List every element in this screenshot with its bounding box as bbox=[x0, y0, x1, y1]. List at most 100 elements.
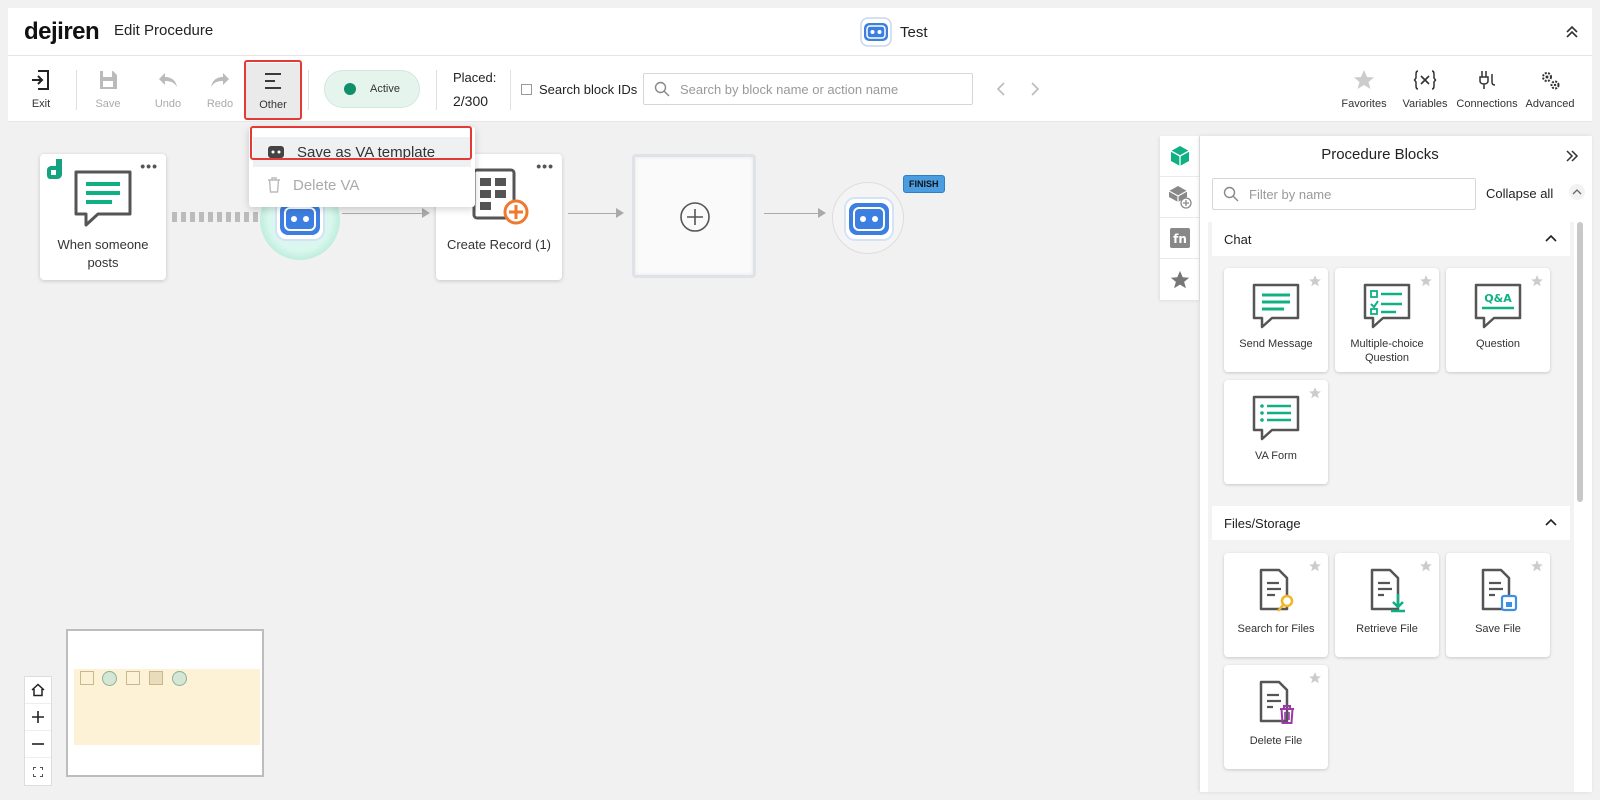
file-download-icon bbox=[1370, 568, 1405, 613]
placed-label: Placed: bbox=[453, 70, 497, 85]
zoom-controls bbox=[24, 676, 52, 786]
redo-icon bbox=[211, 73, 229, 87]
cube-add-icon bbox=[1168, 186, 1192, 209]
star-icon[interactable] bbox=[1308, 274, 1322, 288]
star-icon[interactable] bbox=[1530, 274, 1544, 288]
virtual-assistant-icon bbox=[844, 197, 894, 241]
star-icon bbox=[1354, 70, 1374, 89]
status-toggle[interactable]: Active bbox=[324, 70, 420, 108]
panel-title: Procedure Blocks bbox=[1321, 146, 1439, 163]
advanced-button[interactable]: Advanced bbox=[1520, 62, 1580, 110]
block-search-for-files[interactable]: Search for Files bbox=[1224, 553, 1328, 657]
other-dropdown-menu: Save as VA template Delete VA bbox=[249, 127, 475, 207]
plug-icon bbox=[1479, 71, 1496, 89]
star-icon[interactable] bbox=[1419, 559, 1433, 573]
tab-functions[interactable]: fn bbox=[1160, 218, 1199, 259]
fit-screen-icon[interactable] bbox=[25, 758, 51, 785]
chevron-left-icon[interactable] bbox=[993, 80, 1011, 98]
checkbox-box[interactable] bbox=[521, 84, 532, 95]
header-bar: dejiren Edit Procedure Test bbox=[8, 8, 1592, 56]
variables-button[interactable]: Variables bbox=[1396, 62, 1454, 110]
exit-icon bbox=[32, 70, 49, 90]
page-title: Edit Procedure bbox=[114, 22, 214, 39]
blocks-scroll-area[interactable]: Chat Send Message Multiple-choice Questi… bbox=[1208, 222, 1574, 792]
block-save-file[interactable]: Save File bbox=[1446, 553, 1550, 657]
function-icon: fn bbox=[1169, 228, 1190, 248]
robot-icon bbox=[268, 146, 284, 158]
block-search-box[interactable] bbox=[643, 73, 973, 105]
category-header-files-storage[interactable]: Files/Storage bbox=[1212, 506, 1570, 540]
star-icon[interactable] bbox=[1308, 559, 1322, 573]
star-icon bbox=[1170, 270, 1189, 288]
status-label: Active bbox=[370, 83, 400, 95]
chevron-up-icon[interactable] bbox=[1569, 184, 1585, 200]
collapse-header-icon[interactable] bbox=[1562, 22, 1582, 42]
scrollbar-thumb[interactable] bbox=[1577, 222, 1583, 502]
other-button[interactable]: Other bbox=[245, 63, 301, 119]
svg-text:fn: fn bbox=[1173, 232, 1187, 246]
connector-arrow bbox=[342, 213, 424, 214]
file-search-icon bbox=[1259, 568, 1294, 612]
node-menu-icon[interactable]: ••• bbox=[140, 158, 158, 174]
save-button[interactable]: Save bbox=[80, 62, 136, 118]
search-icon bbox=[654, 81, 670, 97]
filter-input[interactable] bbox=[1249, 186, 1459, 202]
star-icon[interactable] bbox=[1419, 274, 1433, 288]
zoom-in-icon[interactable] bbox=[25, 704, 51, 731]
add-block-slot[interactable] bbox=[632, 154, 756, 278]
star-icon[interactable] bbox=[1308, 386, 1322, 400]
block-multiple-choice[interactable]: Multiple-choice Question bbox=[1335, 268, 1439, 372]
minimap[interactable] bbox=[66, 629, 264, 777]
logo: dejiren bbox=[24, 18, 100, 45]
tab-blocks[interactable] bbox=[1160, 136, 1199, 177]
undo-icon bbox=[159, 73, 177, 87]
connections-button[interactable]: Connections bbox=[1456, 62, 1518, 110]
panel-scrollbar[interactable] bbox=[1576, 222, 1584, 792]
svg-text:Q&A: Q&A bbox=[1484, 292, 1512, 305]
table-add-icon bbox=[472, 168, 529, 225]
chevron-right-icon[interactable] bbox=[1025, 80, 1043, 98]
tab-favorites[interactable] bbox=[1160, 259, 1199, 300]
exit-button[interactable]: Exit bbox=[13, 62, 69, 118]
undo-button[interactable]: Undo bbox=[140, 62, 196, 118]
menu-lines-icon bbox=[265, 73, 281, 89]
star-icon[interactable] bbox=[1308, 671, 1322, 685]
connector-arrow bbox=[764, 213, 820, 214]
chat-message-icon bbox=[74, 170, 132, 227]
block-delete-file[interactable]: Delete File bbox=[1224, 665, 1328, 769]
node-menu-icon[interactable]: ••• bbox=[536, 158, 554, 174]
collapse-all-link[interactable]: Collapse all bbox=[1486, 186, 1553, 201]
trigger-node[interactable]: ••• When someone posts bbox=[40, 154, 166, 280]
block-question[interactable]: Q&A Question bbox=[1446, 268, 1550, 372]
star-icon[interactable] bbox=[1530, 559, 1544, 573]
gears-icon bbox=[1542, 72, 1560, 90]
filter-box[interactable] bbox=[1212, 178, 1476, 210]
trigger-node-label: When someone posts bbox=[57, 237, 149, 270]
block-retrieve-file[interactable]: Retrieve File bbox=[1335, 553, 1439, 657]
redo-button[interactable]: Redo bbox=[192, 62, 248, 118]
file-delete-icon bbox=[1259, 680, 1294, 724]
block-send-message[interactable]: Send Message bbox=[1224, 268, 1328, 372]
toolbar: Exit Save Undo Redo Other Active Placed:… bbox=[8, 56, 1592, 122]
cube-icon bbox=[1170, 146, 1189, 166]
category-header-chat[interactable]: Chat bbox=[1212, 222, 1570, 256]
home-icon[interactable] bbox=[25, 677, 51, 704]
delete-va-item[interactable]: Delete VA bbox=[253, 170, 471, 200]
form-chat-icon bbox=[1252, 395, 1300, 441]
zoom-out-icon[interactable] bbox=[25, 731, 51, 758]
finish-va-node[interactable] bbox=[832, 182, 904, 254]
block-search-input[interactable] bbox=[680, 81, 960, 97]
chevron-up-icon bbox=[1545, 234, 1557, 242]
block-va-form[interactable]: VA Form bbox=[1224, 380, 1328, 484]
create-record-label: Create Record (1) bbox=[446, 237, 552, 252]
favorites-button[interactable]: Favorites bbox=[1336, 62, 1392, 110]
tab-custom-blocks[interactable] bbox=[1160, 177, 1199, 218]
connector-arrow bbox=[568, 213, 618, 214]
checklist-chat-icon bbox=[1363, 283, 1411, 329]
chat-message-icon bbox=[1252, 283, 1300, 329]
chevron-up-icon bbox=[1545, 518, 1557, 526]
panel-vertical-tabs: fn bbox=[1160, 136, 1200, 300]
double-chevron-right-icon[interactable] bbox=[1564, 148, 1580, 164]
search-block-ids-checkbox[interactable]: Search block IDs bbox=[521, 82, 637, 97]
save-as-va-template-item[interactable]: Save as VA template bbox=[253, 137, 471, 167]
